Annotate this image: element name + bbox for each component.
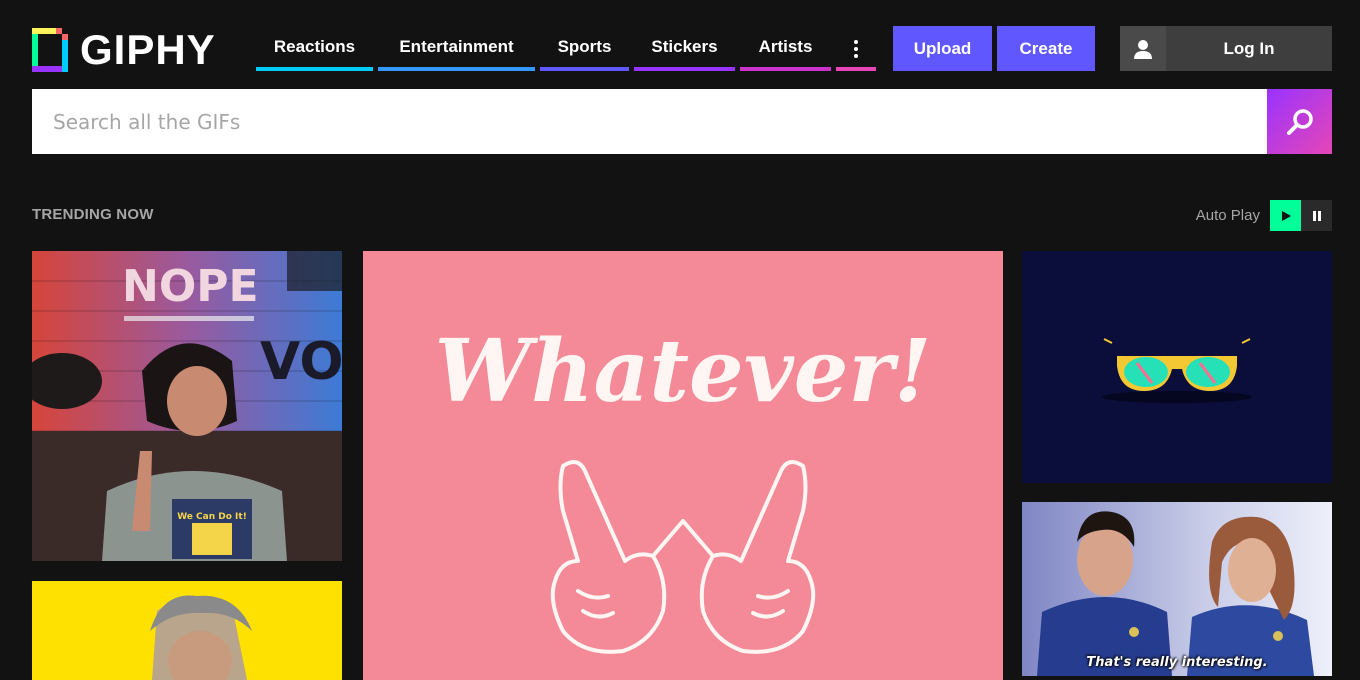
gif-tile-yellow-guy[interactable] [32, 581, 342, 680]
more-dots-icon [854, 39, 858, 44]
gif-image [32, 581, 342, 680]
user-icon [1120, 26, 1166, 71]
whatever-text: Whatever! [434, 321, 931, 422]
gif-caption: That's really interesting. [1086, 655, 1268, 670]
nav-item-stickers[interactable]: Stickers [634, 26, 735, 71]
nav-item-label: Entertainment [399, 36, 514, 56]
nav-item-reactions[interactable]: Reactions [256, 26, 373, 71]
gif-tile-nope[interactable]: NOPE VO We Can Do It! [32, 251, 342, 561]
search-input[interactable] [32, 89, 1267, 154]
nope-sign-text: NOPE [122, 261, 259, 312]
nav-item-entertainment[interactable]: Entertainment [378, 26, 535, 71]
shirt-text: We Can Do It! [177, 512, 247, 522]
gif-image: NOPE VO We Can Do It! [32, 251, 342, 561]
nav-item-artists[interactable]: Artists [740, 26, 831, 71]
gif-image [1022, 251, 1332, 483]
wall-text: VO [260, 332, 342, 392]
create-button[interactable]: Create [997, 26, 1095, 71]
gif-tile-orville[interactable]: That's really interesting. [1022, 502, 1332, 676]
autoplay-play-button[interactable] [1270, 200, 1301, 231]
gif-image: Whatever! [363, 251, 1003, 680]
nav-underline [836, 67, 876, 71]
nav-item-label: Reactions [273, 36, 356, 56]
nav-underline [378, 67, 535, 71]
nav-underline [634, 67, 735, 71]
trending-heading: TRENDING NOW [32, 206, 154, 223]
pause-icon [1312, 210, 1321, 221]
nav-item-label: Artists [758, 36, 813, 56]
gif-image [1022, 502, 1332, 676]
nav-item-label: Sports [557, 36, 612, 56]
search-button[interactable] [1267, 89, 1332, 154]
gif-tile-whatever[interactable]: Whatever! [363, 251, 1003, 680]
login-label: Log In [1223, 38, 1275, 58]
nav-underline [740, 67, 831, 71]
nav-underline [256, 67, 373, 71]
giphy-logo[interactable]: GIPHY [32, 28, 216, 72]
login-button[interactable]: Log In [1120, 26, 1332, 71]
nav-item-label: Stickers [651, 36, 718, 56]
autoplay-control: Auto Play [1196, 200, 1332, 231]
giphy-wordmark: GIPHY [80, 26, 216, 73]
more-dots-icon [854, 46, 858, 51]
gif-tile-sunglasses[interactable] [1022, 251, 1332, 483]
header: GIPHY Reactions Entertainment Sports Sti… [0, 0, 1360, 90]
giphy-logo-icon [32, 28, 68, 72]
upload-button[interactable]: Upload [893, 26, 992, 71]
nav-underline [540, 67, 629, 71]
nav-more-button[interactable] [836, 26, 876, 71]
search-bar [32, 89, 1332, 154]
play-icon [1281, 210, 1291, 221]
main-nav: Reactions Entertainment Sports Stickers … [256, 26, 881, 71]
search-icon [1286, 108, 1313, 135]
autoplay-label: Auto Play [1195, 207, 1260, 224]
nav-item-sports[interactable]: Sports [540, 26, 629, 71]
autoplay-pause-button[interactable] [1301, 200, 1332, 231]
more-dots-icon [854, 53, 858, 58]
